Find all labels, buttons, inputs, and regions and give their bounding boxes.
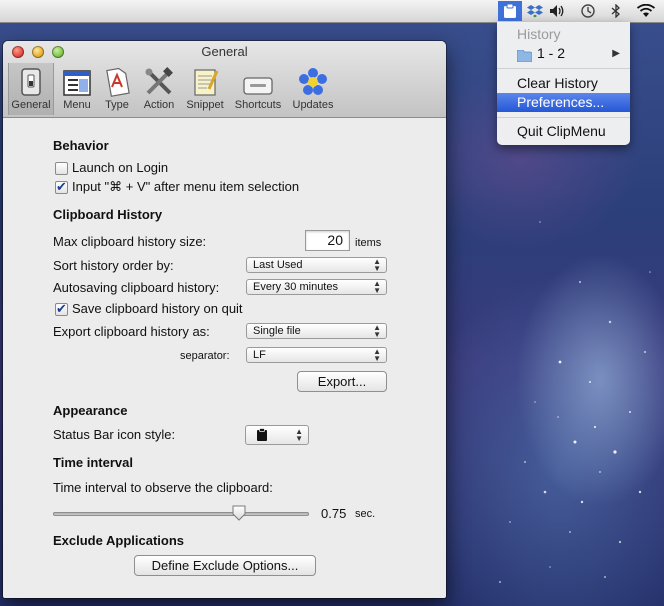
updown-arrows-icon: ▲ ▼ [373,279,381,295]
clipboard-history-heading: Clipboard History [53,207,163,222]
tab-snippet-label: Snippet [186,99,224,111]
separator-label: separator: [180,350,230,362]
keyboard-key-icon [231,63,285,97]
menu-separator [497,117,630,118]
submenu-arrow-icon: ▶ [612,48,620,59]
general-pane: Behavior Launch on Login Input "⌘ + V" a… [3,118,446,598]
menu-item-preferences[interactable]: Preferences... [497,93,630,112]
icon-style-label: Status Bar icon style: [53,427,176,442]
max-size-input[interactable]: 20 [305,230,350,251]
tab-general-label: General [11,99,51,111]
updown-arrows-icon: ▲ ▼ [373,323,381,339]
slider-knob[interactable] [232,505,246,521]
sort-order-value: Last Used [253,259,303,271]
menu-item-clear-history[interactable]: Clear History [497,74,630,93]
separator-select[interactable]: LF ▲ ▼ [246,347,387,363]
menu-bar [0,0,664,23]
max-size-label: Max clipboard history size: [53,234,207,249]
launch-on-login-checkbox[interactable] [55,162,68,175]
save-on-quit-checkbox[interactable] [55,301,68,317]
menu-window-icon [57,63,97,97]
max-size-unit: items [355,237,382,249]
volume-icon[interactable] [547,1,567,21]
export-format-select[interactable]: Single file ▲ ▼ [246,323,387,339]
updown-arrows-icon: ▲ ▼ [373,257,381,273]
menu-item-quit[interactable]: Quit ClipMenu [497,122,630,141]
export-as-label: Export clipboard history as: [53,324,210,339]
clipboard-icon [256,428,268,446]
updown-arrows-icon: ▲ ▼ [373,347,381,363]
interval-value: 0.75 [321,506,347,521]
time-machine-icon[interactable] [578,1,598,21]
sort-order-select[interactable]: Last Used ▲ ▼ [246,257,387,273]
slider-track [53,512,309,516]
tab-updates-label: Updates [292,99,334,111]
clipmenu-icon[interactable] [498,1,522,21]
tab-menu[interactable]: Menu [57,63,97,115]
observe-interval-label: Time interval to observe the clipboard: [53,480,273,495]
icon-style-select[interactable]: ▲ ▼ [245,425,309,445]
input-paste-checkbox[interactable] [55,179,68,195]
tab-updates[interactable]: Updates [289,63,337,115]
launch-on-login-label: Launch on Login [72,160,169,175]
behavior-heading: Behavior [53,138,109,153]
menu-folder-label: 1 - 2 [537,45,566,61]
input-paste-label: Input "⌘ + V" after menu item selection [72,179,300,194]
switch-icon [8,63,54,97]
menu-history-header: History [517,26,561,42]
autosave-label: Autosaving clipboard history: [53,280,220,295]
interval-unit: sec. [355,508,376,520]
tab-shortcuts[interactable]: Shortcuts [231,63,285,115]
separator-value: LF [253,349,266,361]
tab-action-label: Action [143,99,175,111]
window-title: General [201,44,248,59]
preferences-window: General General Menu Type Action Snippet… [3,41,446,598]
export-format-value: Single file [253,325,301,337]
exclude-apps-heading: Exclude Applications [53,533,184,548]
tab-general[interactable]: General [8,63,54,115]
define-exclude-button[interactable]: Define Exclude Options... [134,555,316,576]
menu-separator [497,68,630,69]
time-interval-heading: Time interval [53,455,133,470]
interval-slider[interactable] [53,503,309,525]
folder-icon [516,48,533,67]
wifi-icon[interactable] [634,1,658,21]
autosave-value: Every 30 minutes [253,281,338,293]
save-on-quit-label: Save clipboard history on quit [72,301,243,316]
document-type-icon [99,63,135,97]
tab-type[interactable]: Type [99,63,135,115]
tools-icon [138,63,180,97]
window-titlebar: General General Menu Type Action Snippet… [3,41,446,118]
tab-snippet[interactable]: Snippet [183,63,227,115]
appearance-heading: Appearance [53,403,128,418]
autosave-select[interactable]: Every 30 minutes ▲ ▼ [246,279,387,295]
tab-action[interactable]: Action [138,63,180,115]
clipmenu-dropdown: History 1 - 2 ▶ Clear History Preference… [497,22,630,145]
tab-menu-label: Menu [63,99,91,111]
sort-order-label: Sort history order by: [53,258,174,273]
tab-type-label: Type [105,99,129,111]
tab-shortcuts-label: Shortcuts [234,99,282,111]
notepad-icon [183,63,227,97]
flower-icon [289,63,337,97]
export-button[interactable]: Export... [297,371,387,392]
menu-item-history-folder[interactable]: 1 - 2 ▶ [497,44,630,63]
dropbox-icon[interactable] [525,1,545,21]
updown-arrows-icon: ▲ ▼ [295,427,303,443]
bluetooth-icon[interactable] [607,1,625,21]
